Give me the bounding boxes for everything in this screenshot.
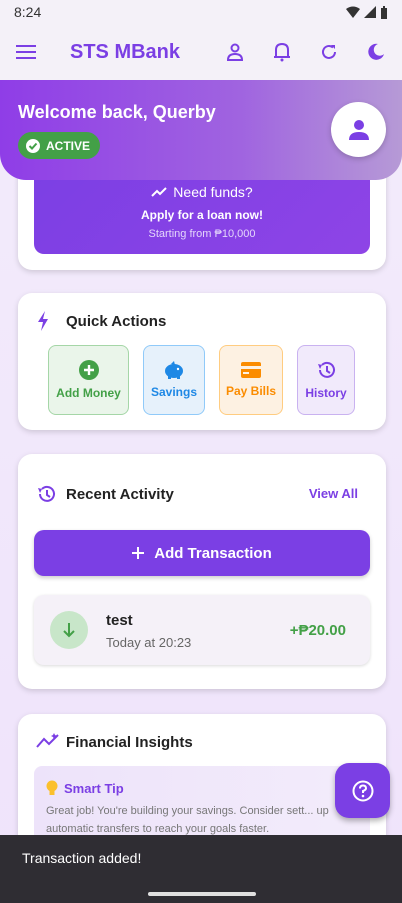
- snackbar-message: Transaction added!: [22, 850, 142, 866]
- battery-icon: [381, 5, 387, 19]
- lightbulb-icon: [46, 780, 58, 795]
- menu-icon[interactable]: [16, 42, 36, 62]
- status-bar: 8:24: [0, 0, 402, 24]
- app-bar: STS MBank: [0, 24, 402, 80]
- transaction-amount: +₱20.00: [289, 622, 346, 639]
- status-badge-label: ACTIVE: [46, 138, 91, 153]
- avatar[interactable]: [331, 102, 386, 157]
- history-icon: [38, 485, 55, 502]
- smart-tip-title: Smart Tip: [46, 780, 124, 796]
- loan-cta: Apply for a loan now!: [141, 208, 263, 222]
- add-money-button[interactable]: Add Money: [48, 345, 129, 415]
- credit-card-icon: [241, 362, 261, 378]
- welcome-greeting: Welcome back, Querby: [18, 102, 216, 122]
- smart-tip: Smart Tip Great job! You're building you…: [34, 766, 370, 846]
- bell-icon[interactable]: [272, 42, 292, 62]
- savings-button[interactable]: Savings: [143, 345, 205, 415]
- transaction-item[interactable]: test Today at 20:23 +₱20.00: [34, 595, 370, 665]
- plus-icon: [132, 547, 145, 559]
- add-money-label: Add Money: [56, 386, 121, 400]
- history-label: History: [305, 386, 347, 400]
- help-button[interactable]: [335, 763, 390, 818]
- profile-icon[interactable]: [225, 42, 245, 62]
- arrow-down-icon: [50, 611, 88, 649]
- view-all-link[interactable]: View All: [309, 486, 358, 501]
- status-time: 8:24: [14, 4, 42, 20]
- transaction-time: Today at 20:23: [106, 635, 192, 650]
- check-circle-icon: [26, 138, 40, 153]
- help-icon: [352, 780, 373, 801]
- recent-activity-card: Recent Activity View All Add Transaction…: [18, 454, 386, 689]
- quick-actions-card: Quick Actions Add Money Savings Pay Bill…: [18, 293, 386, 430]
- trending-up-icon: [151, 187, 168, 197]
- quick-actions-title: Quick Actions: [66, 313, 167, 330]
- loan-heading: Need funds?: [34, 184, 370, 200]
- financial-insights-title: Financial Insights: [66, 734, 193, 751]
- add-circle-icon: [78, 360, 99, 380]
- pay-bills-label: Pay Bills: [225, 384, 277, 398]
- status-badge: ACTIVE: [18, 132, 101, 159]
- signal-icon: [364, 6, 376, 18]
- history-icon: [318, 361, 335, 378]
- smart-tip-text: Great job! You're building your savings.…: [46, 805, 329, 835]
- app-title: STS MBank: [70, 40, 181, 63]
- add-transaction-button[interactable]: Add Transaction: [34, 530, 370, 576]
- loan-note: Starting from ₱10,000: [148, 228, 256, 240]
- piggy-bank-icon: [165, 361, 183, 379]
- refresh-icon[interactable]: [319, 42, 339, 62]
- smart-tip-title-text: Smart Tip: [64, 780, 124, 796]
- recent-activity-title: Recent Activity: [66, 486, 174, 503]
- lightning-icon: [38, 311, 48, 331]
- loan-heading-text: Need funds?: [173, 184, 253, 200]
- history-button[interactable]: History: [297, 345, 355, 415]
- person-icon: [348, 119, 369, 140]
- insights-icon: [36, 733, 59, 748]
- transaction-title: test: [106, 612, 133, 629]
- dark-mode-icon[interactable]: [366, 42, 386, 62]
- pay-bills-button[interactable]: Pay Bills: [219, 345, 283, 415]
- savings-label: Savings: [150, 385, 198, 399]
- add-transaction-label: Add Transaction: [154, 544, 272, 562]
- status-icons: [346, 5, 388, 19]
- welcome-header: Welcome back, Querby ACTIVE: [0, 80, 402, 180]
- home-indicator[interactable]: [148, 892, 256, 896]
- wifi-icon: [346, 6, 360, 18]
